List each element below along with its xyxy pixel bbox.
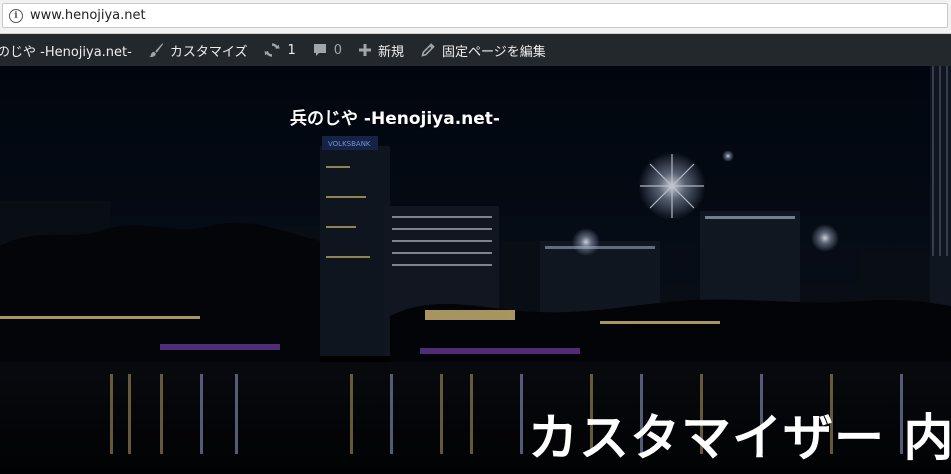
admin-bar-updates[interactable]: 1 — [255, 34, 303, 66]
brush-icon — [148, 42, 164, 58]
new-label: 新規 — [378, 44, 405, 60]
browser-address-bar: i www.henojiya.net — [0, 0, 951, 34]
admin-bar-site-name[interactable]: 兵のじや -Henojiya.net- — [0, 34, 140, 66]
url-field[interactable]: i www.henojiya.net — [2, 3, 948, 28]
comment-icon — [312, 42, 328, 58]
url-text[interactable]: www.henojiya.net — [30, 8, 146, 23]
info-icon[interactable]: i — [9, 8, 23, 23]
updates-icon — [263, 42, 281, 58]
page-heading: カスタマイザー 内 — [528, 409, 951, 467]
admin-bar-customize[interactable]: カスタマイズ — [140, 34, 256, 66]
pencil-icon — [420, 42, 436, 58]
comments-count: 0 — [333, 42, 343, 58]
site-name-label: 兵のじや -Henojiya.net- — [0, 44, 132, 60]
site-title[interactable]: 兵のじや -Henojiya.net- — [290, 104, 500, 129]
customize-label: カスタマイズ — [169, 44, 248, 60]
admin-bar-edit-page[interactable]: 固定ページを編集 — [412, 34, 554, 66]
plus-icon — [358, 43, 372, 57]
hero-header: VOLKSBANK 兵のじや -Henojiya.net- カスタマイザー 内 — [0, 66, 951, 474]
edit-page-label: 固定ページを編集 — [442, 44, 546, 60]
wp-admin-bar: 兵のじや -Henojiya.net- カスタマイズ 1 0 — [0, 34, 951, 66]
admin-bar-comments[interactable]: 0 — [304, 34, 350, 66]
updates-count: 1 — [287, 42, 296, 58]
admin-bar-new[interactable]: 新規 — [350, 34, 412, 66]
